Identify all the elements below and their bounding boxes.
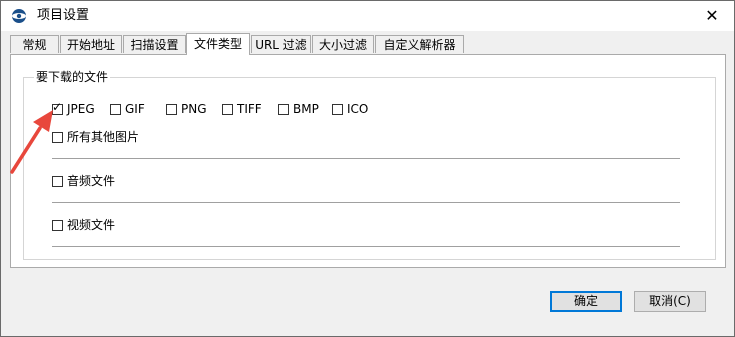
project-settings-dialog: 项目设置 ✕ 常规 开始地址 扫描设置 文件类型 URL 过滤 大小过滤 自定义… bbox=[0, 0, 735, 337]
tab-file-types[interactable]: 文件类型 bbox=[186, 33, 250, 55]
tab-custom-parser[interactable]: 自定义解析器 bbox=[375, 35, 464, 53]
checkbox-gif[interactable]: GIF bbox=[110, 102, 145, 116]
checkbox-other-images[interactable]: 所有其他图片 bbox=[52, 130, 139, 144]
ok-button[interactable]: 确定 bbox=[550, 291, 622, 312]
checkbox-bmp[interactable]: BMP bbox=[278, 102, 319, 116]
checkbox-audio-files[interactable]: 音频文件 bbox=[52, 174, 115, 188]
checkmark-icon: ✓ bbox=[52, 99, 63, 114]
tab-size-filter[interactable]: 大小过滤 bbox=[312, 35, 374, 53]
window-title: 项目设置 bbox=[37, 8, 90, 23]
checkbox-video-files[interactable]: 视频文件 bbox=[52, 218, 115, 232]
title-bar: 项目设置 ✕ bbox=[1, 1, 734, 31]
close-button[interactable]: ✕ bbox=[690, 1, 734, 31]
checkbox-box[interactable] bbox=[52, 175, 63, 187]
checkbox-box[interactable] bbox=[278, 103, 289, 115]
tab-start-address[interactable]: 开始地址 bbox=[60, 35, 122, 53]
checkbox-box[interactable] bbox=[52, 219, 63, 231]
checkbox-box[interactable] bbox=[332, 103, 343, 115]
file-types-panel: 要下载的文件 ✓ JPEG GIF PNG TIFF BMP ICO 所有其他图… bbox=[10, 54, 726, 268]
group-title: 要下载的文件 bbox=[34, 70, 111, 84]
checkbox-box[interactable]: ✓ bbox=[52, 99, 63, 115]
separator bbox=[52, 158, 680, 159]
tab-general[interactable]: 常规 bbox=[10, 35, 59, 53]
checkbox-box[interactable] bbox=[222, 103, 233, 115]
checkbox-box[interactable] bbox=[52, 131, 63, 143]
checkbox-png[interactable]: PNG bbox=[166, 102, 207, 116]
tab-url-filter[interactable]: URL 过滤 bbox=[251, 35, 311, 53]
files-to-download-group: 要下载的文件 ✓ JPEG GIF PNG TIFF BMP ICO 所有其他图… bbox=[23, 70, 716, 260]
close-icon: ✕ bbox=[705, 6, 719, 25]
separator bbox=[52, 246, 680, 247]
checkbox-ico[interactable]: ICO bbox=[332, 102, 368, 116]
tab-scan-settings[interactable]: 扫描设置 bbox=[123, 35, 186, 53]
checkbox-tiff[interactable]: TIFF bbox=[222, 102, 262, 116]
cancel-button[interactable]: 取消(C) bbox=[634, 291, 706, 312]
checkbox-box[interactable] bbox=[110, 103, 121, 115]
separator bbox=[52, 202, 680, 203]
checkbox-box[interactable] bbox=[166, 103, 177, 115]
checkbox-jpeg[interactable]: ✓ JPEG bbox=[52, 99, 95, 116]
app-icon bbox=[12, 9, 26, 23]
